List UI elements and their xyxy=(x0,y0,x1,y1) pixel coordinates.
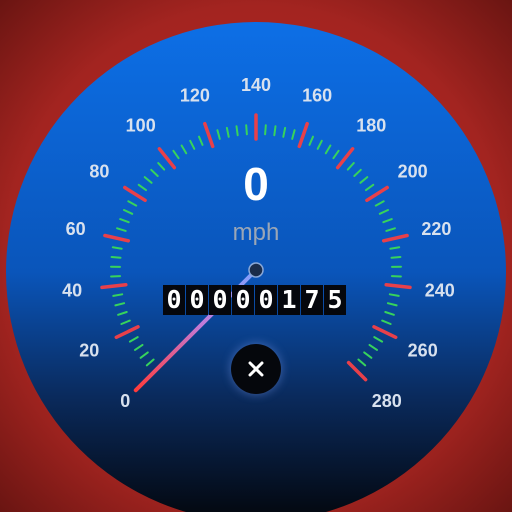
odometer-digit: 0 xyxy=(186,285,208,315)
minor-tick xyxy=(264,124,267,136)
close-icon xyxy=(248,361,264,377)
odometer-digit: 0 xyxy=(255,285,277,315)
tick-label: 220 xyxy=(421,219,451,239)
speed-unit: mph xyxy=(233,219,280,246)
tick-label: 40 xyxy=(62,281,82,301)
tick-label: 240 xyxy=(425,281,455,301)
minor-tick xyxy=(389,246,401,250)
tick-label: 20 xyxy=(79,340,99,360)
minor-tick xyxy=(245,124,248,136)
speed-value: 0 xyxy=(243,158,269,210)
tick-label: 180 xyxy=(356,115,386,135)
odometer: 00000175 xyxy=(163,285,346,315)
odometer-digit: 0 xyxy=(232,285,254,315)
odometer-digit: 1 xyxy=(278,285,300,315)
minor-tick xyxy=(235,125,239,137)
odometer-digit: 7 xyxy=(301,285,323,315)
tick-label: 160 xyxy=(302,85,332,105)
tick-label: 200 xyxy=(398,162,428,182)
needle-pivot xyxy=(248,262,264,278)
tick-label: 280 xyxy=(372,391,402,411)
odometer-digit: 0 xyxy=(209,285,231,315)
minor-tick xyxy=(390,256,402,259)
tick-label: 120 xyxy=(180,85,210,105)
tick-label: 140 xyxy=(241,75,271,95)
minor-tick xyxy=(273,125,277,137)
tick-label: 260 xyxy=(408,340,438,360)
odometer-digit: 5 xyxy=(324,285,346,315)
minor-tick xyxy=(110,256,122,259)
tick-label: 100 xyxy=(126,115,156,135)
close-button[interactable] xyxy=(231,344,281,394)
tick-label: 80 xyxy=(89,162,109,182)
minor-tick xyxy=(111,246,123,250)
tick-label: 60 xyxy=(66,219,86,239)
speedometer-screen: 0 20 40 60 80 100 120 140 160 180 200 220 240 260 280 … xyxy=(0,0,512,512)
tick-label: 0 xyxy=(120,391,130,411)
odometer-digit: 0 xyxy=(163,285,185,315)
speedometer-gauge: 020406080100120140160180200220240260280 … xyxy=(6,22,506,512)
